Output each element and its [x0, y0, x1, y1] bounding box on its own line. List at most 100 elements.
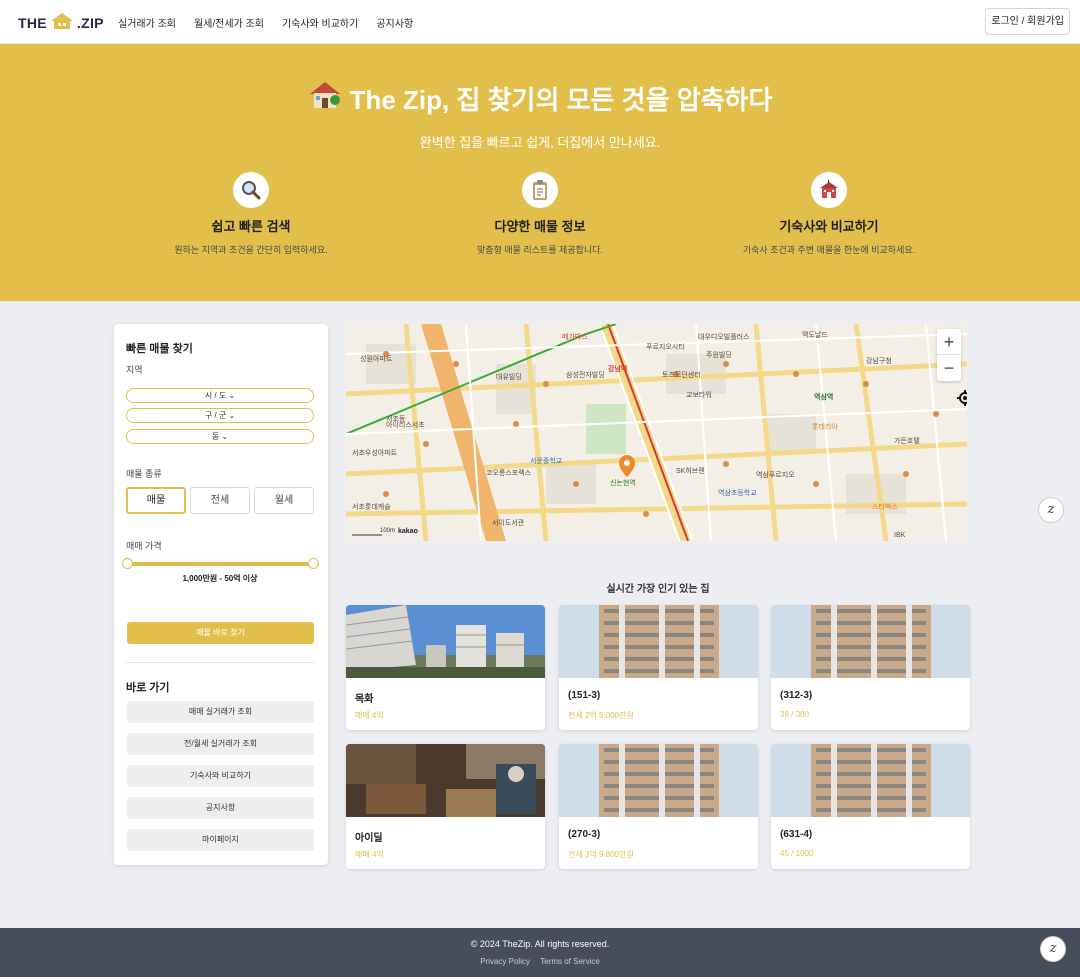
- select-dong[interactable]: 동 ⌄: [126, 429, 314, 444]
- logo-text-right: .ZIP: [76, 14, 104, 31]
- price-slider-max-handle[interactable]: [308, 558, 319, 569]
- listing-card[interactable]: (631-4) 45 / 1000: [771, 744, 970, 869]
- shortcut-rent-price[interactable]: 전/월세 실거래가 조회: [127, 733, 314, 755]
- map-provider-logo: kakao: [398, 528, 418, 535]
- map-label: SK허브렌: [676, 468, 705, 475]
- listing-card[interactable]: (312-3) 36 / 300: [771, 605, 970, 730]
- listing-photo: [559, 605, 758, 678]
- region-label: 지역: [126, 365, 143, 375]
- nav-link-trade-price[interactable]: 실거래가 조회: [118, 15, 176, 30]
- terms-of-service-link[interactable]: Terms of Service: [540, 957, 600, 966]
- shortcut-trade-price[interactable]: 매매 실거래가 조회: [127, 701, 314, 723]
- nav-link-notice[interactable]: 공지사항: [376, 15, 413, 30]
- map-label: 롯데리아: [812, 424, 838, 431]
- map-label: 주원빌딩: [706, 352, 732, 359]
- select-sido[interactable]: 시 / 도 ⌄: [126, 388, 314, 403]
- feature-title: 쉽고 빠른 검색: [211, 219, 291, 234]
- listing-card[interactable]: 아이딜 매매 4억: [346, 744, 545, 869]
- feature-description: 맞춤형 매물 리스트를 제공합니다.: [477, 245, 603, 255]
- login-signup-button[interactable]: 로그인 / 회원가입: [985, 8, 1070, 35]
- feature-description: 원하는 지역과 조건을 간단히 입력하세요.: [174, 245, 328, 255]
- price-slider-min-handle[interactable]: [122, 558, 133, 569]
- map-label: 아이리스서초: [386, 422, 425, 429]
- map-label: 강남구청: [866, 358, 892, 365]
- listing-photo: [559, 744, 758, 817]
- top-nav: THE .ZIP 실거래가 조회 월세/전세가 조회 기숙사와 비교하기 공지사…: [0, 0, 1080, 44]
- map-label: 맥도날드: [802, 332, 828, 339]
- hero-subtitle: 완벽한 집을 빠르고 쉽게, 더집에서 만나세요.: [419, 135, 661, 150]
- map-label: IBK: [894, 532, 906, 539]
- map-label: 성원아파트: [360, 356, 393, 363]
- map-label: 푸르지오시티: [646, 344, 685, 351]
- type-button-sale[interactable]: 매물: [126, 487, 186, 514]
- listing-photo: [346, 744, 545, 817]
- map-label: 서운중학교: [530, 458, 563, 465]
- panel-title: 빠른 매물 찾기: [126, 343, 193, 355]
- map-label: 삼성전자빌딩: [566, 372, 605, 379]
- listing-name: (270-3): [568, 829, 601, 840]
- clipboard-icon: [522, 172, 558, 208]
- price-slider-track[interactable]: [128, 562, 314, 566]
- listing-name: 목화: [355, 694, 374, 705]
- listing-price: 전세 3억 9,800만원: [568, 850, 634, 859]
- shortcut-title: 바로 가기: [126, 682, 170, 694]
- map-label: 서초롯데캐슬: [352, 504, 391, 511]
- feature-description: 기숙사 조건과 주변 매물을 한눈에 비교하세요.: [742, 245, 916, 255]
- listing-price: 매매 4억: [355, 711, 384, 720]
- footer: © 2024 TheZip. All rights reserved. Priv…: [0, 928, 1080, 977]
- map-label: 대유빌딩: [496, 374, 522, 381]
- map-label: 역삼초등학교: [718, 490, 757, 497]
- listing-name: (631-4): [780, 829, 813, 840]
- zoom-in-button[interactable]: +: [937, 329, 961, 355]
- map-label: 서초우성아파트: [352, 450, 398, 457]
- house-logo-icon: [49, 12, 75, 33]
- map-label: 대우디오빌플러스: [698, 334, 750, 341]
- hero-banner: The Zip, 집 찾기의 모든 것을 압축하다 완벽한 집을 빠르고 쉽게,…: [0, 44, 1080, 301]
- logo[interactable]: THE .ZIP: [18, 12, 104, 33]
- price-label: 매매 가격: [126, 541, 162, 551]
- map-label: 가든호텔: [894, 438, 920, 445]
- shortcut-notice[interactable]: 공지사항: [127, 797, 314, 819]
- nav-link-dorm-compare[interactable]: 기숙사와 비교하기: [282, 15, 358, 30]
- house-icon: [308, 80, 342, 117]
- shortcut-mypage[interactable]: 마이페이지: [127, 829, 314, 851]
- listing-name: (151-3): [568, 690, 601, 701]
- footer-links: Privacy Policy Terms of Service: [0, 957, 1080, 966]
- listing-card[interactable]: 목화 매매 4억: [346, 605, 545, 730]
- listing-card[interactable]: (151-3) 전세 2억 5,000만원: [559, 605, 758, 730]
- map-label: 서이도서관: [492, 520, 525, 527]
- privacy-policy-link[interactable]: Privacy Policy: [480, 957, 530, 966]
- listing-price: 전세 2억 5,000만원: [568, 711, 634, 720]
- popular-section-title: 실시간 가장 인기 있는 집: [606, 584, 710, 595]
- type-button-jeonse[interactable]: 전세: [190, 487, 250, 514]
- shortcut-dorm-compare[interactable]: 기숙사와 비교하기: [127, 765, 314, 787]
- find-listings-button[interactable]: 매물 바로 찾기: [127, 622, 314, 644]
- logo-text-left: THE: [18, 14, 47, 31]
- divider: [126, 662, 314, 663]
- type-button-monthly[interactable]: 월세: [254, 487, 314, 514]
- map-station-label: 역삼역: [814, 394, 834, 401]
- listing-photo: [771, 744, 970, 817]
- map-label: 메가박스: [562, 334, 588, 341]
- listing-photo: [346, 605, 545, 678]
- zoom-out-button[interactable]: −: [937, 355, 961, 381]
- listing-name: (312-3): [780, 690, 813, 701]
- map-label: 역삼푸르지오: [756, 472, 795, 479]
- map-view[interactable]: 성원아파트 대유빌딩 대우디오빌플러스 삼성전자빌딩 강남역 토즈모던센터 교보…: [346, 324, 967, 541]
- listing-card[interactable]: (270-3) 전세 3억 9,800만원: [559, 744, 758, 869]
- listing-name: 아이딜: [355, 833, 383, 844]
- feature-listing-info: 다양한 매물 정보 맞춤형 매물 리스트를 제공합니다.: [420, 172, 660, 256]
- hero-title-row: The Zip, 집 찾기의 모든 것을 압축하다: [0, 80, 1080, 117]
- feature-dorm-compare: 기숙사와 비교하기 기숙사 조건과 주변 매물을 한눈에 비교하세요.: [709, 172, 949, 256]
- floating-z-button[interactable]: 𝑧: [1040, 936, 1066, 962]
- map-label: 교보타워: [686, 392, 712, 399]
- map-label: 코오롱스포렉스: [486, 470, 532, 477]
- map-scale: 100m: [380, 528, 396, 534]
- hero-title: The Zip, 집 찾기의 모든 것을 압축하다: [349, 85, 773, 115]
- select-gugun[interactable]: 구 / 군 ⌄: [126, 408, 314, 423]
- magnifier-icon: [233, 172, 269, 208]
- nav-link-rent-price[interactable]: 월세/전세가 조회: [194, 15, 264, 30]
- listing-price: 36 / 300: [780, 710, 809, 719]
- floating-z-button[interactable]: 𝑧: [1038, 497, 1064, 523]
- zoom-control: + −: [937, 329, 961, 381]
